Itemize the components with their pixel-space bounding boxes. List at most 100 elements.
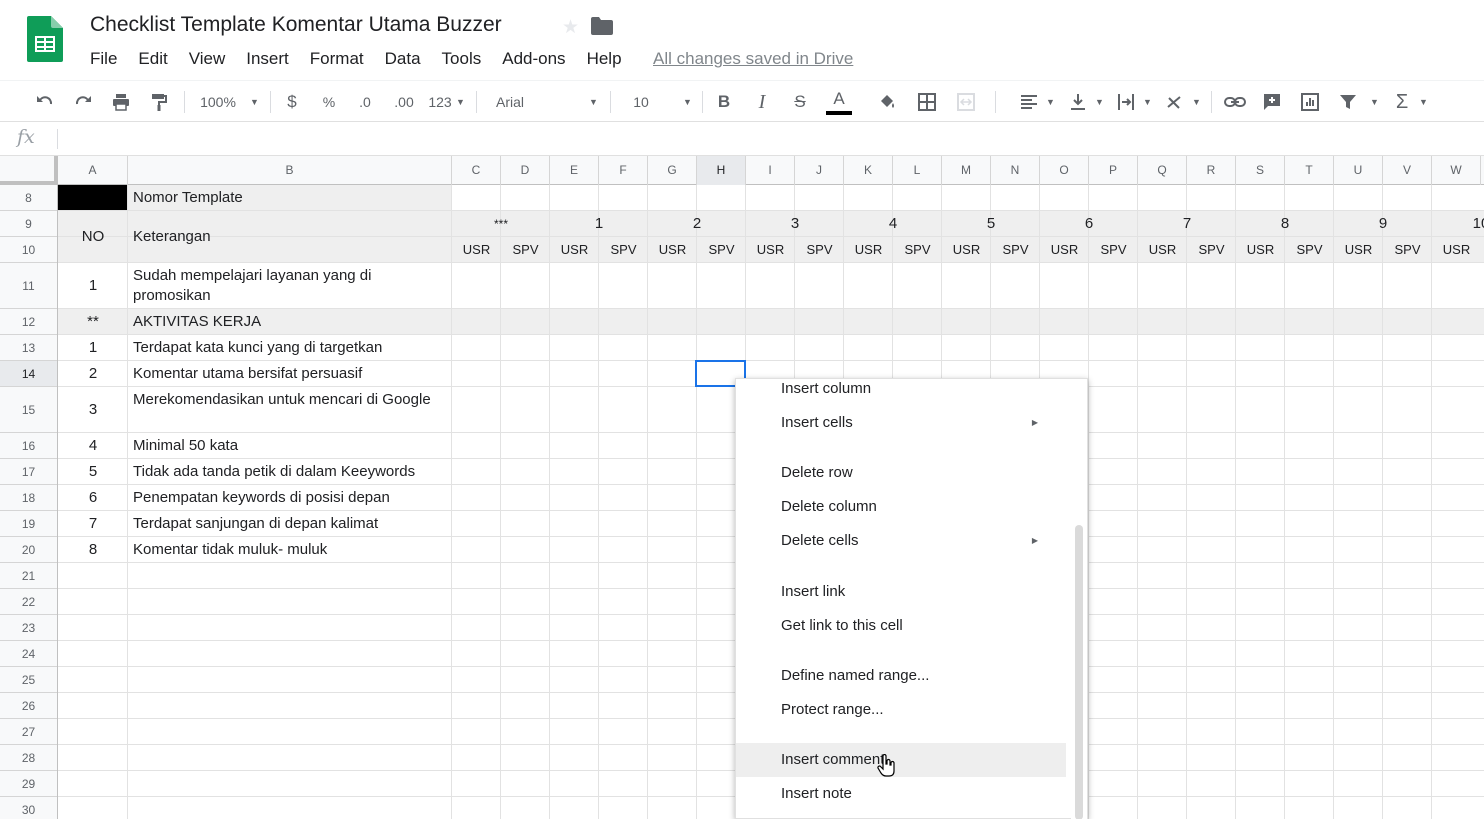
row-header-26[interactable]: 26 bbox=[0, 693, 57, 719]
row-header-22[interactable]: 22 bbox=[0, 589, 57, 615]
column-header-u[interactable]: U bbox=[1334, 156, 1383, 185]
print-icon[interactable] bbox=[108, 81, 134, 123]
text-rotate-icon[interactable] bbox=[1163, 81, 1187, 123]
format-percent-button[interactable]: % bbox=[318, 81, 340, 123]
row-header-24[interactable]: 24 bbox=[0, 641, 57, 667]
align-horizontal-caret-icon[interactable]: ▼ bbox=[1046, 81, 1055, 123]
filter-icon[interactable] bbox=[1336, 81, 1360, 123]
column-header-m[interactable]: M bbox=[942, 156, 991, 185]
column-header-k[interactable]: K bbox=[844, 156, 893, 185]
format-currency-button[interactable]: $ bbox=[282, 81, 302, 123]
fill-color-icon[interactable] bbox=[876, 81, 898, 123]
menu-item-insert-cells[interactable]: Insert cells ▶ bbox=[736, 406, 1066, 440]
paint-format-icon[interactable] bbox=[146, 81, 172, 123]
row-header-9[interactable]: 9 bbox=[0, 211, 57, 237]
row-header-15[interactable]: 15 bbox=[0, 387, 57, 433]
increase-decimal-button[interactable]: .00 bbox=[390, 81, 418, 123]
menu-insert[interactable]: Insert bbox=[246, 48, 289, 70]
undo-icon[interactable] bbox=[32, 81, 58, 123]
column-header-n[interactable]: N bbox=[991, 156, 1040, 185]
menu-item-insert-link[interactable]: Insert link bbox=[736, 575, 1066, 609]
row-header-27[interactable]: 27 bbox=[0, 719, 57, 745]
link-icon[interactable] bbox=[1222, 81, 1248, 123]
menu-item-get-link-to-this-cell[interactable]: Get link to this cell bbox=[736, 609, 1066, 643]
menu-format[interactable]: Format bbox=[310, 48, 364, 70]
menu-item-delete-cells[interactable]: Delete cells ▶ bbox=[736, 524, 1066, 558]
column-header-s[interactable]: S bbox=[1236, 156, 1285, 185]
functions-caret-icon[interactable]: ▼ bbox=[1419, 81, 1428, 123]
row-header-23[interactable]: 23 bbox=[0, 615, 57, 641]
folder-icon[interactable] bbox=[591, 17, 613, 35]
font-family-caret-icon[interactable]: ▼ bbox=[589, 81, 598, 123]
row-header-10[interactable]: 10 bbox=[0, 237, 57, 263]
row-header-11[interactable]: 11 bbox=[0, 263, 57, 309]
menu-item-protect-range[interactable]: Protect range... bbox=[736, 693, 1066, 727]
functions-icon[interactable]: Σ bbox=[1391, 81, 1413, 123]
column-header-d[interactable]: D bbox=[501, 156, 550, 185]
text-color-button[interactable]: A bbox=[826, 81, 852, 123]
menu-item-insert-column[interactable]: Insert column bbox=[736, 372, 1066, 406]
zoom-caret-icon[interactable]: ▼ bbox=[250, 81, 259, 123]
column-header-e[interactable]: E bbox=[550, 156, 599, 185]
row-header-16[interactable]: 16 bbox=[0, 433, 57, 459]
context-menu-scrollbar[interactable] bbox=[1075, 525, 1083, 819]
align-vertical-caret-icon[interactable]: ▼ bbox=[1095, 81, 1104, 123]
menu-help[interactable]: Help bbox=[587, 48, 622, 70]
column-header-f[interactable]: F bbox=[599, 156, 648, 185]
row-header-25[interactable]: 25 bbox=[0, 667, 57, 693]
text-wrap-caret-icon[interactable]: ▼ bbox=[1143, 81, 1152, 123]
row-header-18[interactable]: 18 bbox=[0, 485, 57, 511]
redo-icon[interactable] bbox=[70, 81, 96, 123]
align-vertical-icon[interactable] bbox=[1066, 81, 1090, 123]
column-header-i[interactable]: I bbox=[746, 156, 795, 185]
menu-tools[interactable]: Tools bbox=[442, 48, 482, 70]
menu-data[interactable]: Data bbox=[385, 48, 421, 70]
menu-item-insert-note[interactable]: Insert note bbox=[736, 777, 1066, 811]
row-header-17[interactable]: 17 bbox=[0, 459, 57, 485]
text-rotate-caret-icon[interactable]: ▼ bbox=[1192, 81, 1201, 123]
column-header-h[interactable]: H bbox=[697, 156, 746, 185]
comment-icon[interactable] bbox=[1260, 81, 1284, 123]
menu-item-define-named-range[interactable]: Define named range... bbox=[736, 659, 1066, 693]
strikethrough-button[interactable]: S bbox=[789, 81, 811, 123]
align-horizontal-icon[interactable] bbox=[1017, 81, 1041, 123]
column-header-l[interactable]: L bbox=[893, 156, 942, 185]
menu-view[interactable]: View bbox=[189, 48, 226, 70]
column-header-t[interactable]: T bbox=[1285, 156, 1334, 185]
row-header-30[interactable]: 30 bbox=[0, 797, 57, 819]
row-header-20[interactable]: 20 bbox=[0, 537, 57, 563]
more-formats-button[interactable]: 123 bbox=[426, 81, 454, 123]
menu-item-insert-comment[interactable]: Insert comment bbox=[736, 743, 1066, 777]
chart-icon[interactable] bbox=[1298, 81, 1322, 123]
row-header-28[interactable]: 28 bbox=[0, 745, 57, 771]
font-size-caret-icon[interactable]: ▼ bbox=[683, 81, 692, 123]
column-header-p[interactable]: P bbox=[1089, 156, 1138, 185]
column-header-r[interactable]: R bbox=[1187, 156, 1236, 185]
more-formats-caret-icon[interactable]: ▼ bbox=[456, 81, 465, 123]
row-header-13[interactable]: 13 bbox=[0, 335, 57, 361]
menu-item-delete-row[interactable]: Delete row bbox=[736, 456, 1066, 490]
row-header-14[interactable]: 14 bbox=[0, 361, 57, 387]
select-all-corner[interactable] bbox=[0, 156, 58, 185]
bold-button[interactable]: B bbox=[713, 81, 735, 123]
save-status-link[interactable]: All changes saved in Drive bbox=[653, 48, 853, 70]
menu-addons[interactable]: Add-ons bbox=[502, 48, 565, 70]
column-header-a[interactable]: A bbox=[58, 156, 128, 185]
row-header-29[interactable]: 29 bbox=[0, 771, 57, 797]
filter-caret-icon[interactable]: ▼ bbox=[1370, 81, 1379, 123]
menu-file[interactable]: File bbox=[90, 48, 117, 70]
column-header-q[interactable]: Q bbox=[1138, 156, 1187, 185]
row-header-21[interactable]: 21 bbox=[0, 563, 57, 589]
formula-input[interactable] bbox=[60, 122, 1480, 156]
text-wrap-icon[interactable] bbox=[1114, 81, 1138, 123]
font-size-select[interactable]: 10 bbox=[630, 81, 652, 123]
decrease-decimal-button[interactable]: .0 bbox=[354, 81, 376, 123]
column-header-j[interactable]: J bbox=[795, 156, 844, 185]
menu-item-delete-column[interactable]: Delete column bbox=[736, 490, 1066, 524]
row-header-19[interactable]: 19 bbox=[0, 511, 57, 537]
row-header-12[interactable]: 12 bbox=[0, 309, 57, 335]
sheets-logo-icon[interactable] bbox=[27, 16, 63, 62]
column-header-b[interactable]: B bbox=[128, 156, 452, 185]
star-icon[interactable]: ★ bbox=[562, 16, 579, 39]
column-header-c[interactable]: C bbox=[452, 156, 501, 185]
